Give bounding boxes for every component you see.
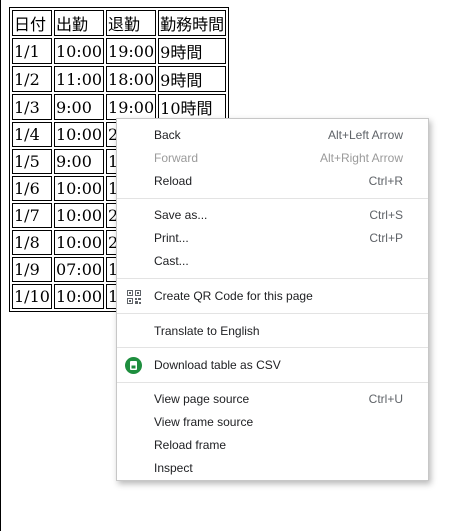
menu-item-label: Create QR Code for this page <box>154 289 313 303</box>
context-menu: Back Alt+Left Arrow Forward Alt+Right Ar… <box>116 118 429 481</box>
menu-separator <box>117 347 428 348</box>
menu-item-download-csv[interactable]: Download table as CSV <box>117 354 428 377</box>
cell-clock-in: 07:00 <box>53 257 105 282</box>
cell-date: 1/7 <box>12 203 52 228</box>
menu-item-reload[interactable]: Reload Ctrl+R <box>117 170 428 193</box>
cell-clock-in: 10:00 <box>53 230 105 255</box>
qr-code-icon <box>127 290 141 304</box>
cell-date: 1/10 <box>12 284 52 309</box>
menu-item-view-frame-source[interactable]: View frame source <box>117 411 428 434</box>
table-row: 1/1 10:00 19:00 9時間 <box>12 38 227 64</box>
cell-clock-in: 10:00 <box>53 122 105 147</box>
cell-date: 1/2 <box>12 66 52 92</box>
menu-item-label: View page source <box>154 392 250 406</box>
menu-item-label: Translate to English <box>154 324 260 338</box>
table-row: 1/3 9:00 19:00 10時間 <box>12 94 227 120</box>
menu-item-create-qr-code[interactable]: Create QR Code for this page <box>117 285 428 308</box>
header-work-hours: 勤務時間 <box>158 10 227 36</box>
menu-item-label: Print... <box>154 231 189 245</box>
menu-item-shortcut: Ctrl+S <box>369 208 403 222</box>
menu-item-reload-frame[interactable]: Reload frame <box>117 434 428 457</box>
menu-separator <box>117 382 428 383</box>
cell-work-hours: 10時間 <box>158 94 227 120</box>
cell-clock-in: 11:00 <box>53 66 105 92</box>
menu-item-shortcut: Alt+Left Arrow <box>327 128 403 142</box>
cell-work-hours: 9時間 <box>158 38 227 64</box>
menu-item-inspect[interactable]: Inspect <box>117 457 428 480</box>
menu-item-forward[interactable]: Forward Alt+Right Arrow <box>117 147 428 170</box>
menu-separator <box>117 278 428 279</box>
cell-date: 1/9 <box>12 257 52 282</box>
menu-item-translate[interactable]: Translate to English <box>117 320 428 343</box>
cell-work-hours: 9時間 <box>158 66 227 92</box>
menu-item-view-page-source[interactable]: View page source Ctrl+U <box>117 388 428 411</box>
menu-item-label: Reload <box>154 174 193 188</box>
cell-date: 1/6 <box>12 176 52 201</box>
header-clock-in: 出勤 <box>53 10 105 36</box>
menu-item-label: Back <box>154 128 181 142</box>
menu-item-cast[interactable]: Cast... <box>117 250 428 273</box>
cell-date: 1/5 <box>12 149 52 174</box>
table-row: 1/2 11:00 18:00 9時間 <box>12 66 227 92</box>
menu-separator <box>117 198 428 199</box>
menu-separator <box>117 313 428 314</box>
cell-clock-in: 10:00 <box>53 284 105 309</box>
cell-clock-out: 19:00 <box>106 94 157 120</box>
cell-clock-in: 10:00 <box>53 203 105 228</box>
cell-date: 1/1 <box>12 38 52 64</box>
menu-item-shortcut: Ctrl+U <box>368 392 403 406</box>
menu-item-label: Save as... <box>154 208 208 222</box>
cell-date: 1/8 <box>12 230 52 255</box>
cell-clock-in: 10:00 <box>53 38 105 64</box>
menu-item-label: View frame source <box>154 415 254 429</box>
menu-item-shortcut: Ctrl+P <box>369 231 403 245</box>
page-left-border <box>0 0 1 531</box>
header-clock-out: 退勤 <box>106 10 157 36</box>
extension-download-icon <box>125 357 142 374</box>
cell-clock-in: 9:00 <box>53 149 105 174</box>
menu-item-shortcut: Alt+Right Arrow <box>319 151 403 165</box>
cell-clock-out: 18:00 <box>106 66 157 92</box>
cell-date: 1/3 <box>12 94 52 120</box>
menu-item-label: Cast... <box>154 254 189 268</box>
menu-item-label: Download table as CSV <box>154 358 281 372</box>
cell-clock-out: 19:00 <box>106 38 157 64</box>
table-header-row: 日付 出勤 退勤 勤務時間 <box>12 10 227 36</box>
menu-item-label: Reload frame <box>154 438 227 452</box>
cell-date: 1/4 <box>12 122 52 147</box>
menu-item-shortcut: Ctrl+R <box>368 174 403 188</box>
cell-clock-in: 9:00 <box>53 94 105 120</box>
menu-item-back[interactable]: Back Alt+Left Arrow <box>117 124 428 147</box>
cell-clock-in: 10:00 <box>53 176 105 201</box>
menu-item-label: Inspect <box>154 461 193 475</box>
menu-item-label: Forward <box>154 151 199 165</box>
header-date: 日付 <box>12 10 52 36</box>
menu-item-print[interactable]: Print... Ctrl+P <box>117 227 428 250</box>
menu-item-save-as[interactable]: Save as... Ctrl+S <box>117 204 428 227</box>
